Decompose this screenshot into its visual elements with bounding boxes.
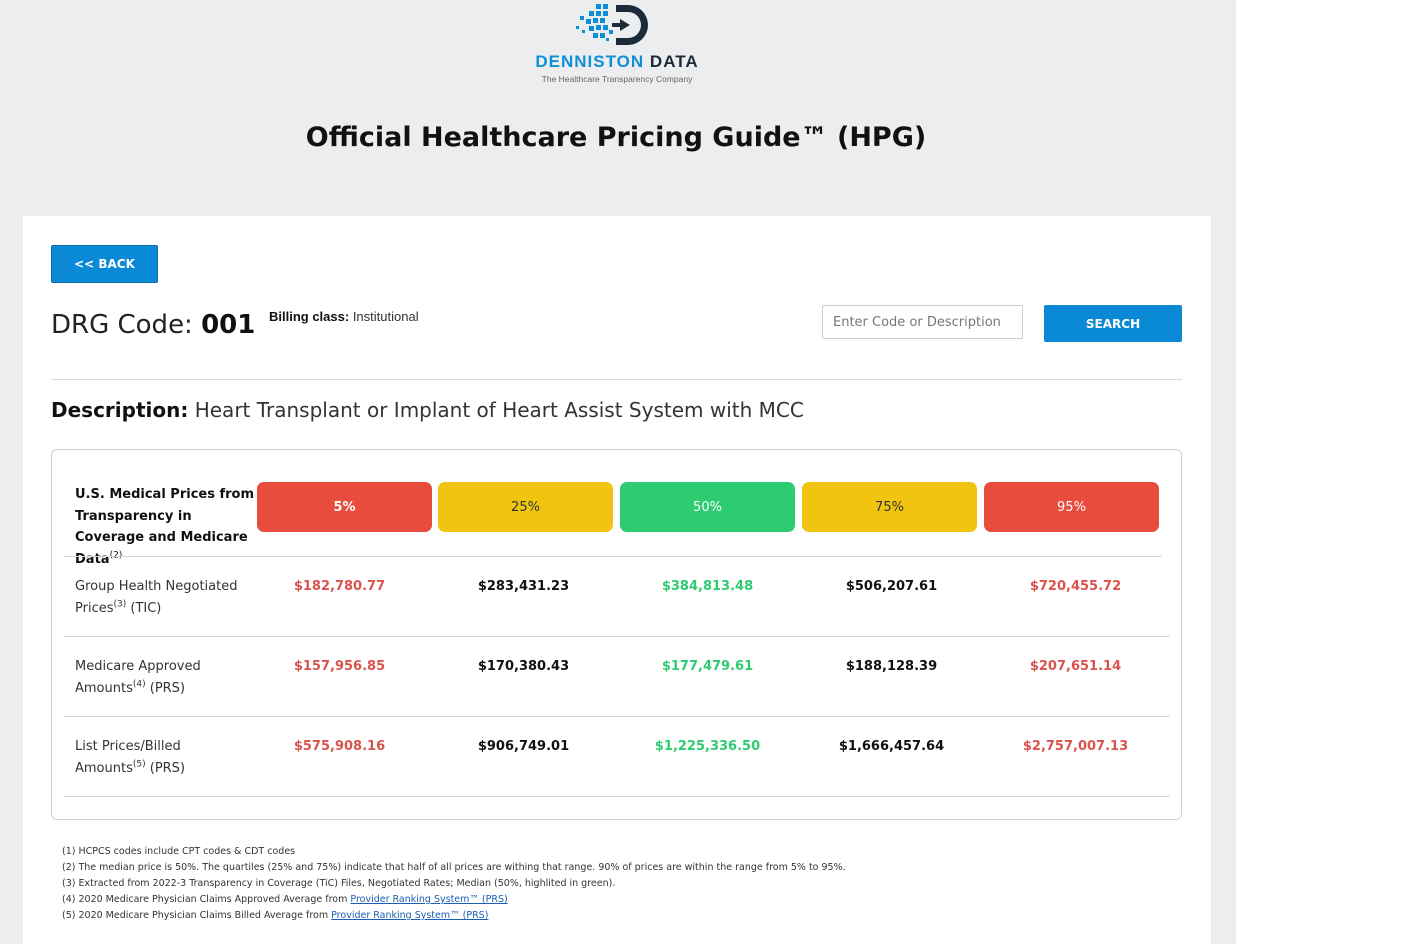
logo-word-data: DATA (649, 52, 699, 71)
row-label-line-2a: Amounts (75, 760, 133, 776)
search-input[interactable] (822, 305, 1023, 339)
footnote-4: (4) 2020 Medicare Physician Claims Appro… (62, 892, 846, 908)
row-label-sup: (3) (113, 599, 127, 610)
row-divider (64, 636, 1170, 637)
price-group-health-25: $283,431.23 (477, 579, 570, 594)
row-divider (64, 556, 1162, 557)
billing-class: Billing class: Institutional (269, 309, 419, 324)
table-header-label: U.S. Medical Prices from Transparency in… (75, 484, 255, 570)
row-label-sup: (5) (132, 759, 146, 770)
percentile-25-header: 25% (438, 482, 613, 532)
logo-tagline: The Healthcare Transparency Company (541, 74, 693, 84)
footnote-4-text: (4) 2020 Medicare Physician Claims Appro… (62, 894, 351, 905)
row-label-line-2b: (PRS) (145, 680, 186, 696)
footnote-5-prs-link[interactable]: Provider Ranking System™ (PRS) (331, 910, 488, 921)
price-group-health-50: $384,813.48 (661, 579, 754, 594)
price-medicare-approved-25: $170,380.43 (477, 659, 570, 674)
back-button[interactable]: << BACK (51, 245, 158, 283)
footnote-5-text: (5) 2020 Medicare Physician Claims Bille… (62, 910, 332, 921)
description: Description: Heart Transplant or Implant… (51, 398, 804, 422)
footnote-1: (1) HCPCS codes include CPT codes & CDT … (62, 846, 296, 857)
percentile-75-header: 75% (802, 482, 977, 532)
billing-class-label: Billing class: (269, 309, 350, 324)
percentile-5-header: 5% (257, 482, 432, 532)
row-label-list-prices: List Prices/Billed Amounts(5) (PRS) (75, 736, 260, 779)
row-label-sup: (4) (132, 679, 146, 690)
footnote-4-prs-link[interactable]: Provider Ranking System™ (PRS) (350, 894, 507, 905)
row-label-line-1: List Prices/Billed (75, 739, 181, 754)
price-medicare-approved-95: $207,651.14 (1029, 659, 1122, 674)
footnote-5: (5) 2020 Medicare Physician Claims Bille… (62, 908, 846, 924)
row-label-line-2b: (TIC) (126, 600, 162, 616)
logo-wordmark: DENNISTON DATA (494, 52, 740, 72)
price-group-health-95: $720,455.72 (1029, 579, 1122, 594)
billing-class-value: Institutional (349, 309, 419, 324)
logo-mark-icon (576, 4, 648, 45)
drg-code-value: 001 (201, 310, 256, 340)
price-list-prices-50: $1,225,336.50 (654, 739, 761, 754)
footnotes: (1) HCPCS codes include CPT codes & CDT … (62, 844, 846, 924)
price-group-health-5: $182,780.77 (293, 579, 386, 594)
drg-code-heading: DRG Code: 001 (51, 310, 255, 340)
search-button[interactable]: SEARCH (1044, 305, 1182, 342)
row-label-line-2b: (PRS) (145, 760, 186, 776)
price-list-prices-25: $906,749.01 (477, 739, 570, 754)
price-list-prices-5: $575,908.16 (293, 739, 386, 754)
divider (51, 379, 1182, 380)
price-list-prices-75: $1,666,457.64 (838, 739, 945, 754)
row-label-group-health: Group Health Negotiated Prices(3) (TIC) (75, 576, 260, 619)
price-table: U.S. Medical Prices from Transparency in… (51, 449, 1182, 820)
description-text: Heart Transplant or Implant of Heart Ass… (188, 398, 804, 422)
footnote-2: (2) The median price is 50%. The quartil… (62, 862, 846, 873)
denniston-data-logo[interactable]: DENNISTON DATA The Healthcare Transparen… (494, 2, 740, 86)
row-label-line-1: Group Health Negotiated (75, 579, 238, 594)
row-label-line-2a: Prices (75, 600, 114, 616)
percentile-50-header: 50% (620, 482, 795, 532)
row-label-medicare-approved: Medicare Approved Amounts(4) (PRS) (75, 656, 260, 699)
price-medicare-approved-75: $188,128.39 (845, 659, 938, 674)
row-label-line-1: Medicare Approved (75, 659, 201, 674)
table-header-text: U.S. Medical Prices from Transparency in… (75, 487, 255, 567)
price-medicare-approved-5: $157,956.85 (293, 659, 386, 674)
row-divider (64, 796, 1170, 797)
percentile-95-header: 95% (984, 482, 1159, 532)
row-divider (64, 716, 1170, 717)
price-medicare-approved-50: $177,479.61 (661, 659, 754, 674)
description-label: Description: (51, 398, 189, 422)
page-title: Official Healthcare Pricing Guide™ (HPG) (305, 122, 927, 153)
main-card: << BACK DRG Code: 001 Billing class: Ins… (23, 216, 1211, 944)
price-group-health-75: $506,207.61 (845, 579, 938, 594)
logo-word-denniston: DENNISTON (535, 52, 645, 71)
footnote-3: (3) Extracted from 2022-3 Transparency i… (62, 878, 616, 889)
price-list-prices-95: $2,757,007.13 (1022, 739, 1129, 754)
drg-code-prefix: DRG Code: (51, 310, 202, 340)
row-label-line-2a: Amounts (75, 680, 133, 696)
